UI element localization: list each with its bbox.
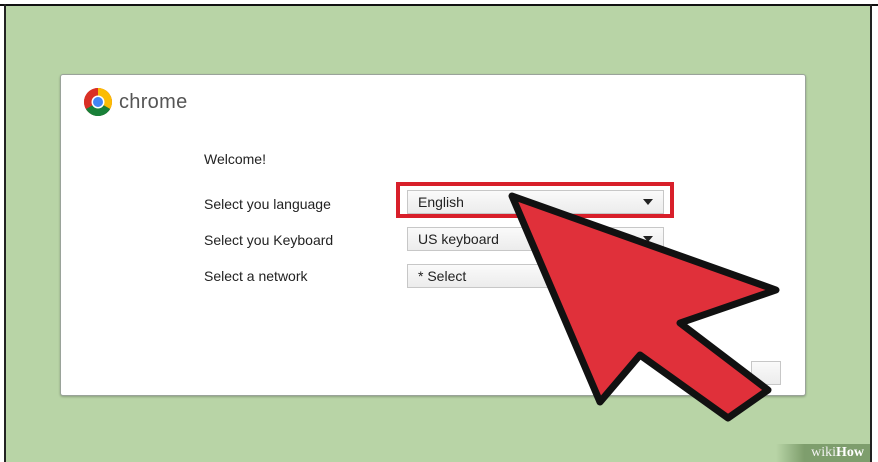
- watermark-wiki: wiki: [811, 445, 836, 460]
- keyboard-select-value: US keyboard: [418, 231, 499, 247]
- continue-button[interactable]: [751, 361, 781, 385]
- keyboard-select[interactable]: US keyboard: [407, 227, 664, 251]
- watermark-how: How: [836, 445, 864, 460]
- chevron-down-icon: [643, 273, 653, 279]
- keyboard-label: Select you Keyboard: [204, 232, 334, 248]
- left-border: [4, 4, 6, 462]
- network-select-value: * Select: [418, 268, 467, 284]
- network-label: Select a network: [204, 268, 308, 284]
- setup-window: chrome Welcome! Select you language Engl…: [60, 74, 806, 396]
- top-border: [0, 4, 878, 6]
- right-border: [870, 4, 872, 462]
- wikihow-watermark: wiki How: [776, 444, 870, 462]
- chevron-down-icon: [643, 236, 653, 242]
- chrome-logo-text: chrome: [119, 90, 188, 113]
- language-label: Select you language: [204, 196, 331, 212]
- network-select[interactable]: * Select: [407, 264, 664, 288]
- language-highlight-box: [396, 182, 674, 218]
- chrome-logo-icon: [84, 88, 112, 116]
- welcome-heading: Welcome!: [204, 151, 266, 167]
- chrome-logo: chrome: [83, 87, 188, 117]
